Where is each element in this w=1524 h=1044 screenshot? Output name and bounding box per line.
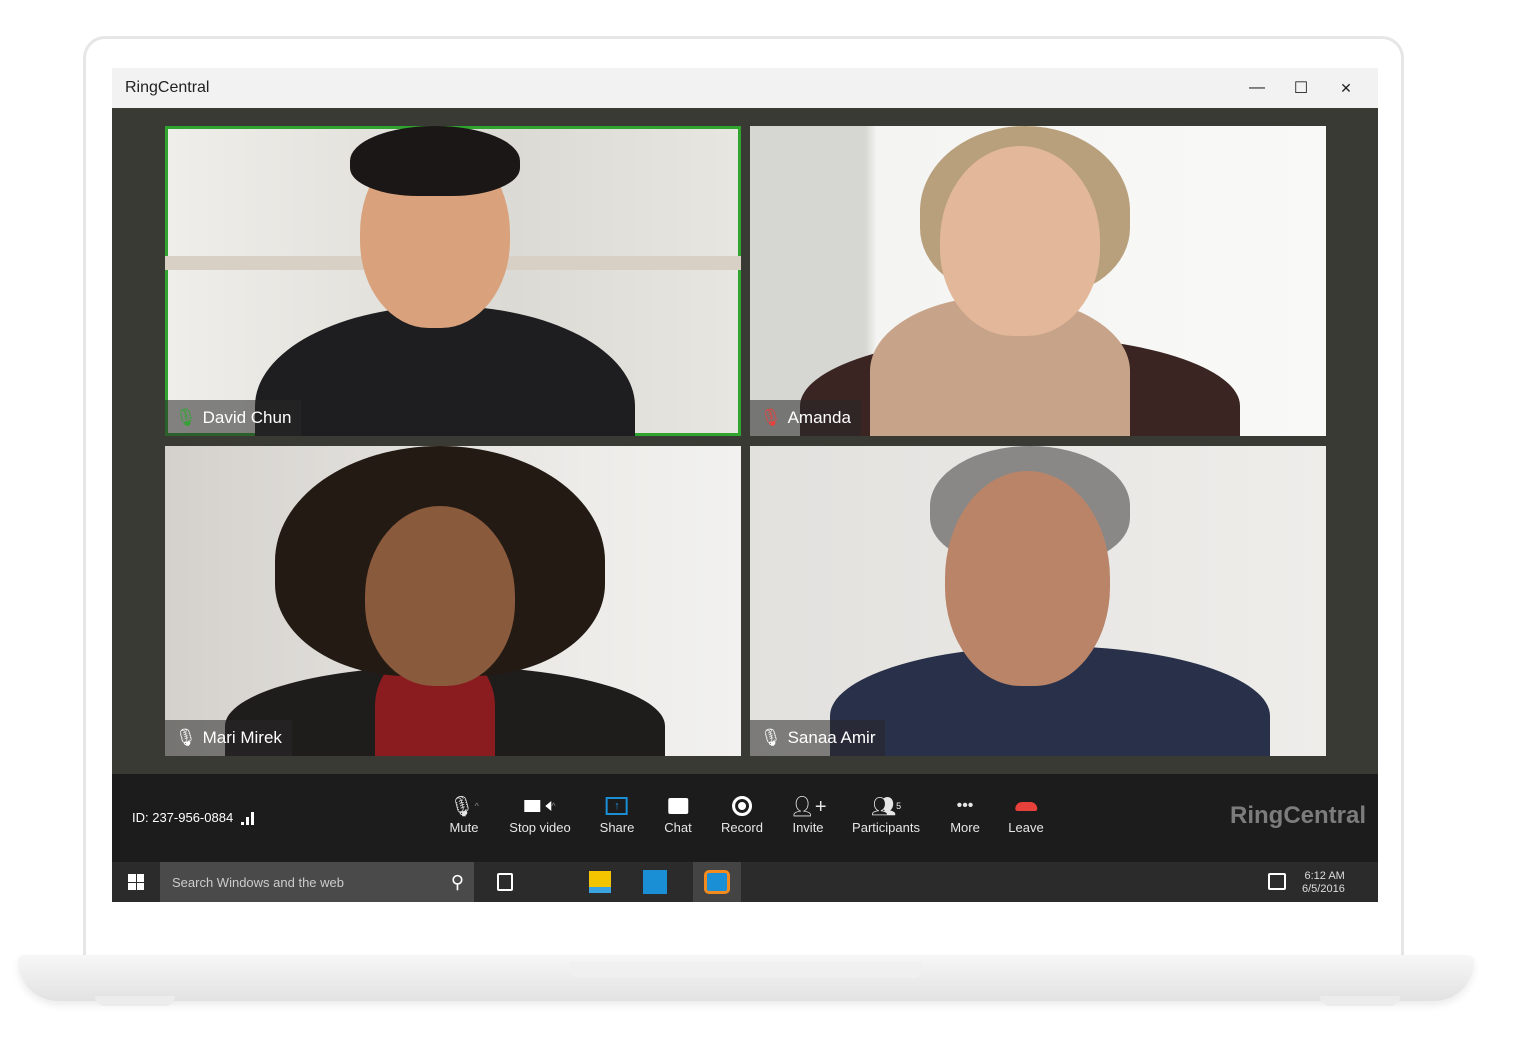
ringcentral-taskbar-app[interactable]	[693, 862, 741, 902]
participants-icon: 👥︎ 5	[870, 795, 902, 818]
video-tile-amanda[interactable]: 🎙︎ Amanda	[750, 126, 1326, 436]
laptop-foot	[1320, 996, 1400, 1006]
microphone-icon: 🎙︎ ^	[449, 795, 479, 818]
button-label: Participants	[852, 820, 920, 835]
clock-time: 6:12 AM	[1304, 870, 1345, 882]
participant-count-badge: 5	[896, 801, 902, 811]
button-label: More	[950, 820, 980, 835]
button-label: Record	[721, 820, 763, 835]
record-icon	[731, 792, 752, 820]
file-explorer-icon[interactable]	[589, 871, 611, 893]
more-icon: •••	[956, 797, 974, 814]
windows-start-icon[interactable]	[128, 874, 144, 890]
meeting-toolbar: ID: 237-956-0884 🎙︎ ^ Mute ^ Stop video ↑ Sh…	[112, 774, 1378, 862]
ringcentral-logo: RingCentral	[1230, 802, 1367, 829]
video-tile-david-chun[interactable]: 🎙︎ David Chun	[165, 126, 741, 436]
button-label: Share	[599, 820, 635, 835]
mute-button[interactable]: 🎙︎ ^ Mute	[449, 792, 479, 836]
task-view-icon[interactable]	[497, 873, 513, 891]
taskbar-clock[interactable]: 6:12 AM 6/5/2016	[1302, 870, 1345, 896]
search-placeholder: Search Windows and the web	[172, 874, 344, 890]
video-camera-icon: ^	[524, 792, 556, 820]
video-tile-mari-mirek[interactable]: 🎙︎ Mari Mirek	[165, 446, 741, 756]
button-label: Mute	[449, 820, 479, 835]
video-tile-sanaa-amir[interactable]: 🎙︎ Sanaa Amir	[750, 446, 1326, 756]
maximize-button[interactable]: ☐	[1279, 68, 1323, 108]
participant-name: Amanda	[787, 408, 851, 427]
record-button[interactable]: Record	[721, 792, 763, 835]
app-window: RingCentral — ☐ ✕ 🎙︎ David Chun 🎙︎ Amanda …	[112, 68, 1378, 902]
clock-date: 6/5/2016	[1302, 883, 1345, 895]
invite-button[interactable]: 👤︎+ Invite	[789, 792, 827, 836]
microphone-icon: 🎙︎	[175, 408, 197, 427]
search-icon: ⚲	[450, 871, 464, 892]
signal-strength-icon	[241, 811, 255, 825]
action-center-icon[interactable]	[1268, 873, 1286, 890]
button-label: Leave	[1008, 820, 1044, 835]
stop-video-button[interactable]: ^ Stop video	[509, 792, 571, 835]
title-bar: RingCentral — ☐ ✕	[112, 68, 1378, 108]
leave-button[interactable]: Leave	[1008, 792, 1044, 835]
laptop-foot	[95, 996, 175, 1006]
participant-label: 🎙︎ Mari Mirek	[165, 720, 292, 756]
microphone-icon: 🎙︎	[175, 728, 197, 747]
hang-up-icon	[1014, 792, 1037, 820]
more-button[interactable]: ••• More	[950, 792, 980, 835]
participant-name: Sanaa Amir	[787, 728, 876, 747]
ringcentral-app-icon	[704, 870, 730, 894]
share-button[interactable]: ↑ Share	[599, 792, 635, 835]
button-label: Stop video	[509, 820, 571, 835]
taskbar-search-input[interactable]: Search Windows and the web ⚲	[160, 862, 474, 902]
microphone-muted-icon: 🎙︎	[760, 408, 782, 427]
close-button[interactable]: ✕	[1324, 68, 1368, 108]
store-icon[interactable]	[643, 870, 667, 894]
windows-taskbar: Search Windows and the web ⚲ 6:12 AM 6/5/…	[112, 862, 1378, 902]
button-label: Invite	[792, 820, 824, 835]
meeting-id: ID: 237-956-0884	[132, 810, 234, 825]
add-user-icon: 👤︎+	[789, 795, 827, 818]
participant-label: 🎙︎ David Chun	[165, 400, 302, 436]
chat-icon	[668, 792, 688, 820]
chat-button[interactable]: Chat	[664, 792, 692, 835]
laptop-notch	[570, 962, 922, 978]
participants-button[interactable]: 👥︎ 5 Participants	[852, 792, 920, 836]
meeting-info: ID: 237-956-0884	[132, 810, 255, 825]
participant-label: 🎙︎ Sanaa Amir	[750, 720, 886, 756]
share-screen-icon: ↑	[605, 792, 628, 820]
button-label: Chat	[664, 820, 692, 835]
participant-label: 🎙︎ Amanda	[750, 400, 861, 436]
minimize-button[interactable]: —	[1235, 68, 1279, 108]
participant-name: David Chun	[202, 408, 292, 427]
participant-name: Mari Mirek	[202, 728, 282, 747]
microphone-icon: 🎙︎	[760, 728, 782, 747]
window-title: RingCentral	[125, 79, 210, 96]
